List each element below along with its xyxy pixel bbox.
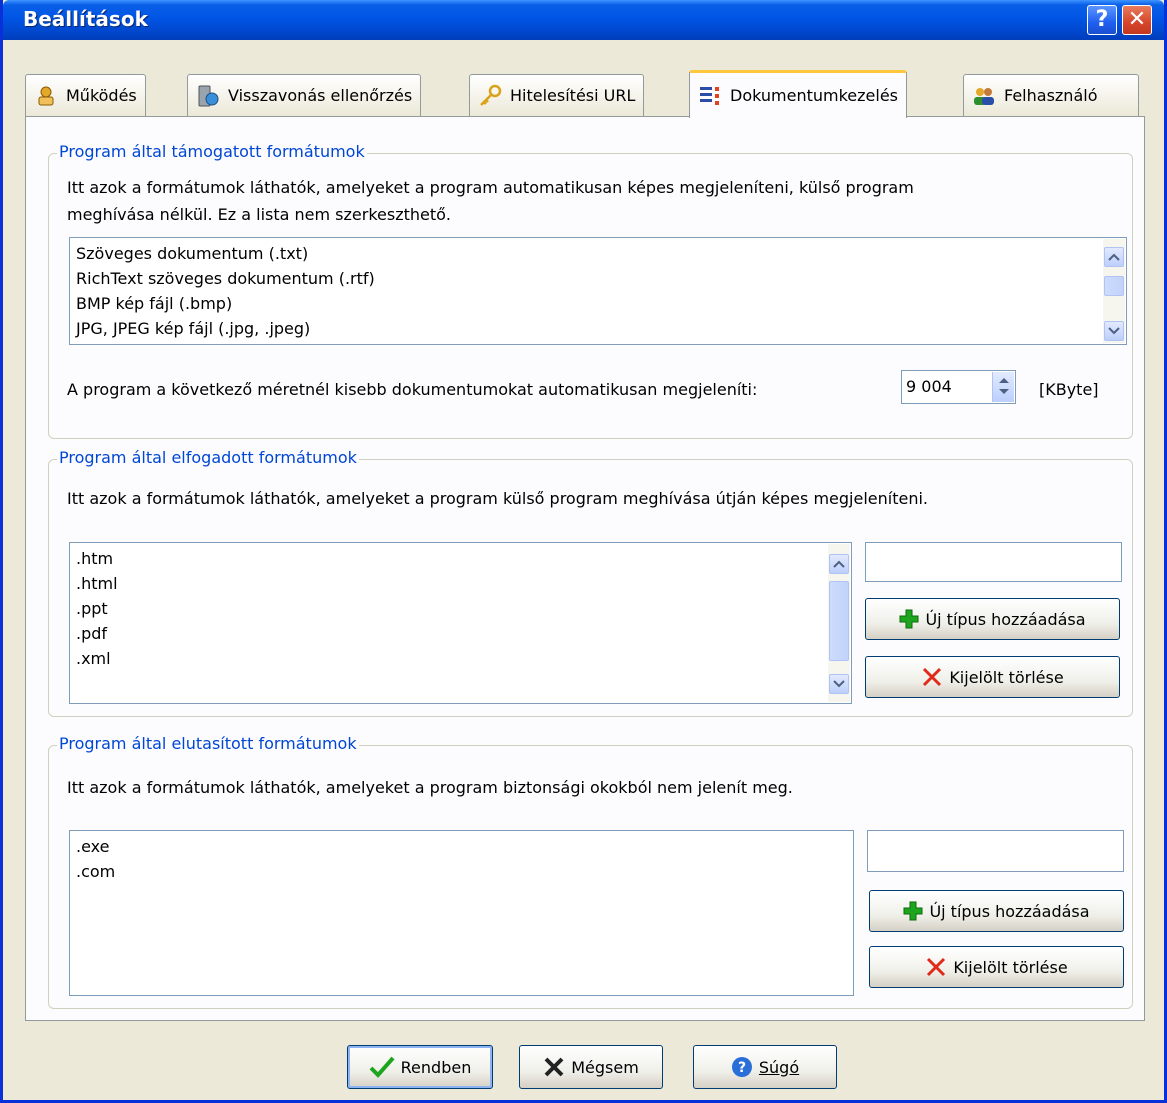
help-label: Súgó — [758, 1057, 800, 1077]
chevron-up-icon — [833, 560, 845, 568]
tab-label: Visszavonás ellenőrzés — [228, 86, 413, 105]
group-description: Itt azok a formátumok láthatók, amelyeke… — [67, 489, 928, 508]
accepted-formats-group: Program által elfogadott formátumok Itt … — [48, 448, 1133, 717]
size-limit-label: A program a következő méretnél kisebb do… — [67, 380, 758, 399]
tab-label: Dokumentumkezelés — [730, 86, 898, 105]
scroll-down-button[interactable] — [1104, 321, 1124, 341]
group-legend: Program által elfogadott formátumok — [57, 448, 359, 467]
server-globe-icon — [196, 84, 220, 108]
scroll-down-button[interactable] — [829, 674, 849, 694]
x-delete-icon — [923, 667, 942, 687]
ok-label: Rendben — [400, 1057, 472, 1077]
x-delete-icon — [927, 957, 946, 977]
users-icon — [972, 84, 996, 108]
group-description: Itt azok a formátumok láthatók, amelyeke… — [67, 174, 914, 228]
x-cancel-icon — [544, 1057, 564, 1077]
group-legend: Program által elutasított formátumok — [57, 734, 359, 753]
size-limit-value: 9 004 — [906, 377, 952, 396]
vertical-scrollbar[interactable] — [1103, 239, 1125, 343]
help-button[interactable]: ? Súgó — [693, 1045, 837, 1089]
rejected-formats-list[interactable]: .exe .com — [69, 830, 854, 996]
add-type-label: Új típus hozzáadása — [925, 609, 1086, 629]
delete-selected-label: Kijelölt törlése — [949, 667, 1064, 687]
cancel-label: Mégsem — [571, 1057, 639, 1077]
delete-selected-button[interactable]: Kijelölt törlése — [865, 656, 1120, 698]
key-icon — [478, 84, 502, 108]
size-limit-spinner[interactable]: 9 004 — [901, 370, 1016, 404]
list-item[interactable]: .xml — [76, 646, 118, 671]
plus-icon — [903, 901, 923, 921]
spin-buttons[interactable] — [992, 372, 1014, 402]
accepted-formats-list[interactable]: .htm .html .ppt .pdf .xml — [69, 542, 852, 704]
add-type-button[interactable]: Új típus hozzáadása — [865, 598, 1120, 640]
list-item[interactable]: BMP kép fájl (.bmp) — [76, 291, 375, 316]
delete-selected-label: Kijelölt törlése — [953, 957, 1068, 977]
list-items: .htm .html .ppt .pdf .xml — [76, 546, 118, 671]
help-icon: ? — [731, 1057, 752, 1077]
window-title: Beállítások — [23, 7, 148, 31]
tab-panel: Program által támogatott formátumok Itt … — [25, 116, 1145, 1021]
add-type-label: Új típus hozzáadása — [929, 901, 1090, 921]
spin-arrows-icon — [999, 378, 1009, 394]
tab-label: Felhasználó — [1004, 86, 1098, 105]
add-type-button[interactable]: Új típus hozzáadása — [869, 890, 1124, 932]
checkmark-icon — [369, 1056, 395, 1078]
tab-label: Működés — [66, 86, 137, 105]
supported-formats-list[interactable]: Szöveges dokumentum (.txt) RichText szöve… — [69, 237, 1127, 345]
tab-dokumentumkezeles[interactable]: Dokumentumkezelés — [689, 70, 907, 118]
chevron-down-icon — [1108, 327, 1120, 335]
list-item[interactable]: .exe — [76, 834, 115, 859]
tab-hitelesitesi-url[interactable]: Hitelesítési URL — [469, 74, 645, 116]
rejected-formats-group: Program által elutasított formátumok Itt… — [48, 734, 1133, 1009]
list-item[interactable]: .pdf — [76, 621, 118, 646]
list-items: Szöveges dokumentum (.txt) RichText szöve… — [76, 241, 375, 341]
tab-label: Hitelesítési URL — [510, 86, 636, 105]
help-title-button[interactable]: ? — [1087, 5, 1117, 35]
svg-text:?: ? — [738, 1060, 746, 1076]
description-line: meghívása nélkül. Ez a lista nem szerkes… — [67, 205, 451, 224]
ok-button[interactable]: Rendben — [347, 1045, 493, 1089]
scroll-thumb[interactable] — [829, 581, 849, 661]
supported-formats-group: Program által támogatott formátumok Itt … — [48, 142, 1133, 439]
list-item[interactable]: Szöveges dokumentum (.txt) — [76, 241, 375, 266]
tab-felhasznalo[interactable]: Felhasználó — [963, 74, 1139, 116]
list-item[interactable]: RichText szöveges dokumentum (.rtf) — [76, 266, 375, 291]
list-item[interactable]: JPG, JPEG kép fájl (.jpg, .jpeg) — [76, 316, 375, 341]
document-list-icon — [698, 84, 722, 108]
vertical-scrollbar[interactable] — [828, 544, 850, 702]
cancel-button[interactable]: Mégsem — [519, 1045, 663, 1089]
description-line: Itt azok a formátumok láthatók, amelyeke… — [67, 178, 914, 197]
group-legend: Program által támogatott formátumok — [57, 142, 367, 161]
scroll-thumb[interactable] — [1104, 276, 1124, 296]
delete-selected-button[interactable]: Kijelölt törlése — [869, 946, 1124, 988]
new-type-input[interactable] — [867, 830, 1124, 872]
new-type-input[interactable] — [865, 542, 1122, 582]
gear-hand-icon — [34, 84, 58, 108]
settings-dialog: Beállítások ? ✕ Működés Visszavonás elle… — [0, 0, 1167, 1103]
list-item[interactable]: .htm — [76, 546, 118, 571]
close-button[interactable]: ✕ — [1122, 5, 1152, 35]
list-item[interactable]: .html — [76, 571, 118, 596]
scroll-up-button[interactable] — [1104, 247, 1124, 267]
list-item[interactable]: .ppt — [76, 596, 118, 621]
group-description: Itt azok a formátumok láthatók, amelyeke… — [67, 778, 793, 797]
chevron-up-icon — [1108, 253, 1120, 261]
tab-visszavonas[interactable]: Visszavonás ellenőrzés — [187, 74, 422, 116]
scroll-up-button[interactable] — [829, 554, 849, 574]
plus-icon — [899, 609, 919, 629]
title-bar[interactable]: Beállítások ? ✕ — [3, 0, 1164, 40]
list-items: .exe .com — [76, 834, 115, 884]
chevron-down-icon — [833, 680, 845, 688]
tab-mukodes[interactable]: Működés — [25, 74, 146, 116]
size-unit-label: [KByte] — [1039, 380, 1099, 399]
list-item[interactable]: .com — [76, 859, 115, 884]
